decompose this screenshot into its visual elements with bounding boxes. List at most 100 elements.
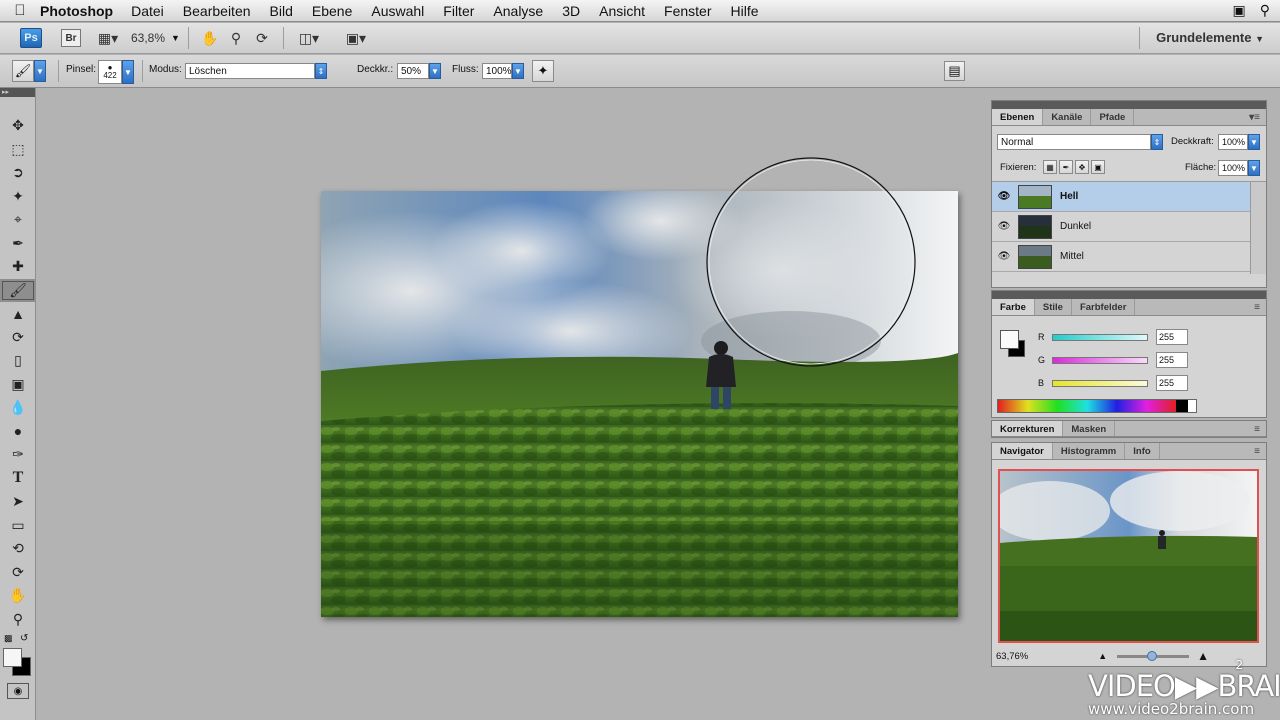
zoom-tool-icon[interactable]: ⚲	[223, 27, 249, 49]
hand-tool-icon[interactable]: ✋	[197, 27, 223, 49]
zoom-dropdown-icon[interactable]: ▼	[171, 33, 180, 43]
tab-info[interactable]: Info	[1125, 443, 1160, 459]
layer-row-mittel[interactable]: 👁 Mittel	[992, 242, 1250, 272]
tab-masken[interactable]: Masken	[1063, 421, 1116, 436]
opacity-field[interactable]: 50% ▼	[397, 63, 441, 79]
workspace-switcher[interactable]: Grundelemente ▼	[1156, 30, 1264, 45]
color-spectrum-ramp[interactable]	[997, 399, 1197, 413]
navigator-zoom-value[interactable]: 63,76%	[996, 651, 1028, 662]
tools-panel-collapse-icon[interactable]: ▸▸	[0, 88, 35, 97]
display-icon[interactable]: ▣	[1233, 2, 1246, 19]
lock-pixels-icon[interactable]: ✒	[1059, 160, 1073, 174]
panel-menu-icon[interactable]: ≡	[1254, 443, 1266, 459]
green-value[interactable]: 255	[1156, 352, 1188, 368]
layer-row-hell[interactable]: 👁 Hell	[992, 182, 1250, 212]
red-value[interactable]: 255	[1156, 329, 1188, 345]
lock-all-icon[interactable]: ▣	[1091, 160, 1105, 174]
move-tool-icon[interactable]: ✥	[0, 114, 36, 138]
lock-position-icon[interactable]: ✥	[1075, 160, 1089, 174]
dodge-tool-icon[interactable]: ●	[0, 420, 36, 444]
menu-datei[interactable]: Datei	[131, 3, 164, 19]
tab-stile[interactable]: Stile	[1035, 299, 1072, 315]
lasso-tool-icon[interactable]: ➲	[0, 161, 36, 185]
eye-icon[interactable]: 👁	[992, 191, 1016, 202]
bridge-button[interactable]: Br	[61, 29, 81, 47]
clone-stamp-tool-icon[interactable]: ▲	[0, 302, 36, 326]
hand-tool-icon[interactable]: ✋	[0, 584, 36, 608]
rectangle-tool-icon[interactable]: ▭	[0, 514, 36, 538]
3d-rotate-tool-icon[interactable]: ⟲	[0, 537, 36, 561]
marquee-tool-icon[interactable]: ⬚	[0, 138, 36, 162]
airbrush-toggle-icon[interactable]: ✦	[532, 60, 554, 82]
swap-colors-icon[interactable]: ↺	[20, 633, 28, 644]
default-colors-icon[interactable]: ▩	[4, 633, 13, 644]
tab-korrekturen[interactable]: Korrekturen	[992, 421, 1064, 436]
menu-analyse[interactable]: Analyse	[493, 3, 543, 19]
arrange-documents-icon[interactable]: ◫▾	[292, 27, 326, 49]
zoom-slider-thumb[interactable]	[1147, 650, 1158, 661]
panel-grip[interactable]	[992, 291, 1266, 299]
tab-ebenen[interactable]: Ebenen	[992, 109, 1044, 125]
eyedropper-tool-icon[interactable]: ✒	[0, 232, 36, 256]
zoom-tool-icon[interactable]: ⚲	[0, 608, 36, 632]
eye-icon[interactable]: 👁	[992, 251, 1016, 262]
brush-tool-icon[interactable]: 🖌	[0, 278, 36, 302]
menu-filter[interactable]: Filter	[443, 3, 474, 19]
menu-fenster[interactable]: Fenster	[664, 3, 711, 19]
tab-navigator[interactable]: Navigator	[992, 443, 1053, 459]
screen-mode-icon[interactable]: ▣▾	[336, 27, 376, 49]
tab-farbfelder[interactable]: Farbfelder	[1072, 299, 1136, 315]
quick-selection-tool-icon[interactable]: ✦	[0, 185, 36, 209]
eraser-tool-icon[interactable]: ▯	[0, 349, 36, 373]
panel-menu-icon[interactable]: ≡	[1254, 299, 1266, 315]
zoom-level[interactable]: 63,8%	[131, 31, 165, 45]
menu-bild[interactable]: Bild	[270, 3, 293, 19]
lock-transparency-icon[interactable]: ▦	[1043, 160, 1057, 174]
flow-field[interactable]: 100% ▼	[482, 63, 524, 79]
view-extras-icon[interactable]: ▦▾	[95, 27, 121, 49]
pen-tool-icon[interactable]: ✑	[0, 443, 36, 467]
apple-menu-icon[interactable]: 	[0, 2, 40, 19]
blend-mode-select[interactable]: Normal ⇕	[997, 134, 1163, 150]
layer-opacity-field[interactable]: 100% ▼	[1218, 134, 1260, 150]
menu-bearbeiten[interactable]: Bearbeiten	[183, 3, 251, 19]
menu-hilfe[interactable]: Hilfe	[731, 3, 759, 19]
gradient-tool-icon[interactable]: ▣	[0, 373, 36, 397]
menu-ansicht[interactable]: Ansicht	[599, 3, 645, 19]
layer-row-dunkel[interactable]: 👁 Dunkel	[992, 212, 1250, 242]
rotate-view-icon[interactable]: ⟳	[249, 27, 275, 49]
blue-value[interactable]: 255	[1156, 375, 1188, 391]
menu-ebene[interactable]: Ebene	[312, 3, 352, 19]
brush-picker[interactable]: ● 422 ▼	[98, 60, 134, 84]
layer-list-scrollbar[interactable]	[1250, 182, 1266, 274]
zoom-slider[interactable]	[1117, 650, 1190, 661]
tab-pfade[interactable]: Pfade	[1091, 109, 1135, 125]
foreground-color-swatch[interactable]	[1000, 330, 1019, 349]
healing-brush-tool-icon[interactable]: ✚	[0, 255, 36, 279]
panel-grip[interactable]	[992, 101, 1266, 109]
tab-kanaele[interactable]: Kanäle	[1043, 109, 1092, 125]
app-menu[interactable]: Photoshop	[40, 3, 113, 19]
menu-auswahl[interactable]: Auswahl	[371, 3, 424, 19]
type-tool-icon[interactable]: T	[0, 467, 36, 491]
3d-orbit-tool-icon[interactable]: ⟳	[0, 561, 36, 585]
path-selection-tool-icon[interactable]: ➤	[0, 490, 36, 514]
zoom-in-icon[interactable]: ▲	[1197, 649, 1209, 663]
spotlight-search-icon[interactable]: ⚲	[1260, 2, 1270, 19]
mode-select[interactable]: Löschen ⇕	[185, 63, 327, 79]
zoom-out-icon[interactable]: ▲	[1098, 651, 1107, 661]
panel-menu-icon[interactable]: ≡	[1254, 421, 1266, 436]
foreground-color-swatch[interactable]	[3, 648, 22, 667]
blur-tool-icon[interactable]: 💧	[0, 396, 36, 420]
eye-icon[interactable]: 👁	[992, 221, 1016, 232]
fill-field[interactable]: 100% ▼	[1218, 160, 1260, 176]
tab-histogramm[interactable]: Histogramm	[1053, 443, 1126, 459]
blue-slider[interactable]: B 255	[1038, 375, 1188, 391]
crop-tool-icon[interactable]: ⌖	[0, 208, 36, 232]
navigator-preview[interactable]	[998, 469, 1259, 643]
menu-3d[interactable]: 3D	[562, 3, 580, 19]
green-slider[interactable]: G 255	[1038, 352, 1188, 368]
quick-mask-icon[interactable]: ◉	[7, 683, 29, 699]
panel-toggle-icon[interactable]: ▤	[944, 61, 965, 81]
red-slider[interactable]: R 255	[1038, 329, 1188, 345]
